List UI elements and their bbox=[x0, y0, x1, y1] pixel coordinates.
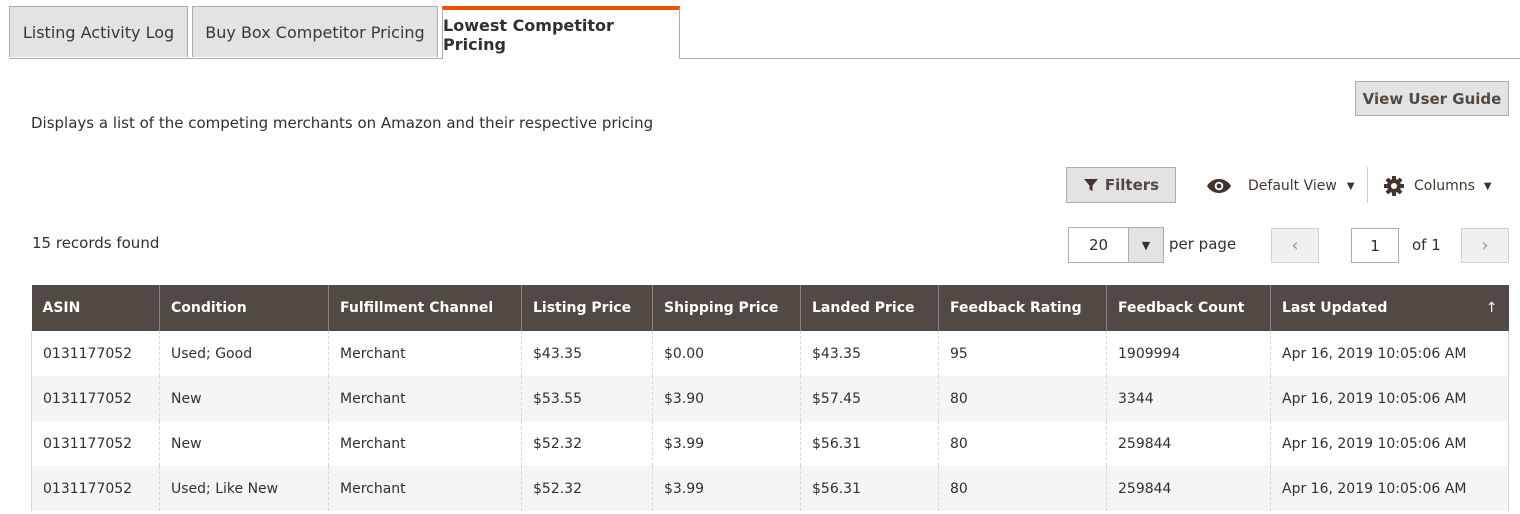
cell-feedback-count: 3344 bbox=[1106, 376, 1271, 421]
table-row: 0131177052 Used; Like New Merchant $52.3… bbox=[31, 466, 1509, 511]
cell-landed-price: $43.35 bbox=[800, 331, 939, 376]
columns-label: Columns bbox=[1414, 178, 1475, 194]
column-header-feedback-rating[interactable]: Feedback Rating bbox=[938, 285, 1107, 331]
view-user-guide-button[interactable]: View User Guide bbox=[1355, 81, 1509, 116]
cell-feedback-rating: 80 bbox=[938, 376, 1107, 421]
chevron-down-icon[interactable]: ▼ bbox=[1128, 228, 1163, 262]
cell-landed-price: $57.45 bbox=[800, 376, 939, 421]
cell-asin: 0131177052 bbox=[31, 376, 160, 421]
cell-shipping-price: $3.90 bbox=[652, 376, 801, 421]
per-page-value: 20 bbox=[1088, 236, 1109, 254]
cell-feedback-rating: 95 bbox=[938, 331, 1107, 376]
column-header-listing-price[interactable]: Listing Price bbox=[521, 285, 653, 331]
cell-listing-price: $52.32 bbox=[521, 466, 653, 511]
cell-condition: New bbox=[159, 421, 329, 466]
cell-asin: 0131177052 bbox=[31, 331, 160, 376]
tab-lowest-competitor-pricing[interactable]: Lowest Competitor Pricing bbox=[442, 6, 680, 59]
cell-asin: 0131177052 bbox=[31, 466, 160, 511]
cell-last-updated: Apr 16, 2019 10:05:06 AM bbox=[1270, 331, 1509, 376]
tab-bar: Listing Activity Log Buy Box Competitor … bbox=[0, 0, 1520, 59]
cell-landed-price: $56.31 bbox=[800, 421, 939, 466]
cell-feedback-count: 259844 bbox=[1106, 421, 1271, 466]
total-pages-label: of 1 bbox=[1412, 236, 1441, 254]
table-row: 0131177052 Used; Good Merchant $43.35 $0… bbox=[31, 331, 1509, 376]
chevron-right-icon: › bbox=[1481, 235, 1489, 256]
column-header-shipping-price[interactable]: Shipping Price bbox=[652, 285, 801, 331]
cell-last-updated: Apr 16, 2019 10:05:06 AM bbox=[1270, 376, 1509, 421]
chevron-left-icon: ‹ bbox=[1291, 235, 1299, 256]
cell-feedback-count: 259844 bbox=[1106, 466, 1271, 511]
page-number-input[interactable]: 1 bbox=[1351, 228, 1399, 263]
cell-fulfillment-channel: Merchant bbox=[328, 376, 522, 421]
records-count: 15 records found bbox=[32, 234, 160, 252]
filters-label: Filters bbox=[1104, 176, 1160, 194]
cell-fulfillment-channel: Merchant bbox=[328, 466, 522, 511]
cell-shipping-price: $0.00 bbox=[652, 331, 801, 376]
cell-fulfillment-channel: Merchant bbox=[328, 421, 522, 466]
columns-dropdown[interactable]: Columns ▼ bbox=[1383, 170, 1492, 202]
column-header-last-updated[interactable]: Last Updated ↑ bbox=[1270, 285, 1509, 331]
cell-asin: 0131177052 bbox=[31, 421, 160, 466]
cell-shipping-price: $3.99 bbox=[652, 466, 801, 511]
next-page-button[interactable]: › bbox=[1461, 228, 1509, 263]
column-header-landed-price[interactable]: Landed Price bbox=[800, 285, 939, 331]
column-header-feedback-count[interactable]: Feedback Count bbox=[1106, 285, 1271, 331]
sort-ascending-icon[interactable]: ↑ bbox=[1486, 300, 1498, 316]
cell-last-updated: Apr 16, 2019 10:05:06 AM bbox=[1270, 421, 1509, 466]
cell-condition: Used; Good bbox=[159, 331, 329, 376]
tab-buy-box-competitor-pricing[interactable]: Buy Box Competitor Pricing bbox=[192, 6, 438, 57]
cell-condition: New bbox=[159, 376, 329, 421]
cell-shipping-price: $3.99 bbox=[652, 421, 801, 466]
cell-feedback-rating: 80 bbox=[938, 466, 1107, 511]
cell-listing-price: $52.32 bbox=[521, 421, 653, 466]
tab-listing-activity-log[interactable]: Listing Activity Log bbox=[9, 6, 188, 57]
column-header-condition[interactable]: Condition bbox=[159, 285, 329, 331]
filters-button[interactable]: Filters bbox=[1066, 167, 1176, 203]
filter-icon bbox=[1083, 179, 1098, 191]
chevron-down-icon: ▼ bbox=[1346, 180, 1355, 192]
table-row: 0131177052 New Merchant $52.32 $3.99 $56… bbox=[31, 421, 1509, 466]
cell-last-updated: Apr 16, 2019 10:05:06 AM bbox=[1270, 466, 1509, 511]
competitor-pricing-table: ASIN Condition Fulfillment Channel Listi… bbox=[31, 285, 1509, 511]
gear-icon bbox=[1384, 176, 1404, 196]
cell-listing-price: $43.35 bbox=[521, 331, 653, 376]
table-row: 0131177052 New Merchant $53.55 $3.90 $57… bbox=[31, 376, 1509, 421]
toolbar-separator bbox=[1367, 167, 1368, 203]
tab-divider bbox=[9, 58, 1520, 59]
table-header-row: ASIN Condition Fulfillment Channel Listi… bbox=[31, 285, 1509, 331]
per-page-select[interactable]: 20 ▼ bbox=[1068, 227, 1164, 263]
cell-feedback-count: 1909994 bbox=[1106, 331, 1271, 376]
page-description: Displays a list of the competing merchan… bbox=[31, 114, 654, 132]
previous-page-button[interactable]: ‹ bbox=[1271, 228, 1319, 263]
cell-condition: Used; Like New bbox=[159, 466, 329, 511]
cell-listing-price: $53.55 bbox=[521, 376, 653, 421]
default-view-label: Default View bbox=[1248, 178, 1337, 194]
cell-landed-price: $56.31 bbox=[800, 466, 939, 511]
column-header-last-updated-label: Last Updated bbox=[1282, 300, 1388, 316]
eye-icon bbox=[1207, 179, 1231, 193]
column-header-asin[interactable]: ASIN bbox=[31, 285, 160, 331]
column-header-fulfillment-channel[interactable]: Fulfillment Channel bbox=[328, 285, 522, 331]
cell-feedback-rating: 80 bbox=[938, 421, 1107, 466]
chevron-down-icon: ▼ bbox=[1483, 180, 1492, 192]
per-page-label: per page bbox=[1169, 235, 1237, 253]
cell-fulfillment-channel: Merchant bbox=[328, 331, 522, 376]
default-view-dropdown[interactable]: Default View ▼ bbox=[1206, 170, 1355, 202]
